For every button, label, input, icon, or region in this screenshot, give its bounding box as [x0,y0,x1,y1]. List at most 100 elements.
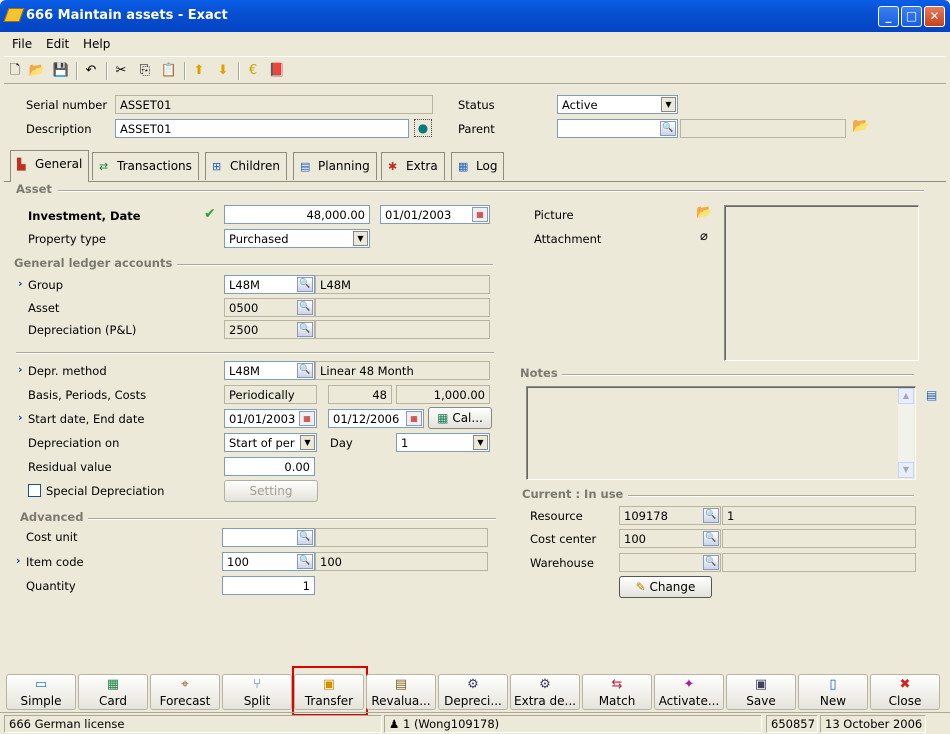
lookup-icon[interactable]: 🔍 [297,300,313,315]
residual-label: Residual value [28,460,112,474]
gl-depreciation-code-field[interactable]: 2500 🔍 [224,320,315,339]
resource-code-field[interactable]: 109178 🔍 [619,506,721,525]
close-window-button[interactable]: ✕ [924,6,945,27]
undo-icon[interactable]: ↶ [82,62,100,80]
euro-icon[interactable]: € [244,62,262,80]
expand-arrow-icon[interactable]: › [18,411,23,424]
notes-icon[interactable]: ▤ [926,388,937,402]
split-button[interactable]: ⑂ Split [222,674,292,710]
lookup-icon[interactable]: 🔍 [660,121,676,136]
end-date-field[interactable]: 01/12/2006 ▦ [328,409,424,428]
paste-icon[interactable]: 📋 [160,62,178,80]
calendar-icon[interactable]: ▦ [472,207,488,222]
depreciation-on-select[interactable]: Start of per ▼ [224,433,317,452]
card-button[interactable]: ▦ Card [78,674,148,710]
menu-edit[interactable]: Edit [46,37,69,51]
save-icon[interactable]: 💾 [52,62,70,80]
lookup-icon[interactable]: 🔍 [297,363,313,378]
lookup-icon[interactable]: 🔍 [297,554,313,569]
property-type-select[interactable]: Purchased ▼ [224,229,370,248]
serial-field[interactable]: ASSET01 [115,95,433,114]
calendar-icon[interactable]: ▦ [299,411,315,426]
chevron-down-icon[interactable]: ▼ [300,435,315,450]
lookup-icon[interactable]: 🔍 [703,531,719,546]
menu-file[interactable]: File [12,37,32,51]
open-folder-icon[interactable]: 📂 [852,118,869,134]
special-depreciation-checkbox[interactable] [28,484,41,497]
tab-general[interactable]: ▙ General [10,150,90,182]
description-field[interactable]: ASSET01 [115,119,409,138]
folder-icon[interactable]: 📂 [696,205,712,220]
investment-date-field[interactable]: 01/01/2003 ▦ [380,205,490,224]
day-select[interactable]: 1 ▼ [396,433,490,452]
investment-amount-field[interactable]: 48,000.00 [224,205,370,224]
menu-help[interactable]: Help [83,37,110,51]
scroll-down-icon[interactable]: ▼ [898,462,914,478]
revaluation-button[interactable]: ▤ Revalua... [366,674,436,710]
globe-icon[interactable]: ● [414,119,432,137]
cost-unit-field[interactable]: 🔍 [222,528,315,547]
tab-extra[interactable]: ✱ Extra [381,152,445,180]
new-button[interactable]: ▯ New [798,674,868,710]
depreciation-button[interactable]: ⚙ Depreci... [438,674,508,710]
resource-description: 1 [722,506,916,525]
residual-field[interactable]: 0.00 [224,457,315,476]
warehouse-description [722,553,916,572]
paperclip-icon[interactable]: ⌀ [700,229,708,244]
calendar-icon[interactable]: ▦ [406,411,422,426]
chevron-down-icon[interactable]: ▼ [353,231,368,246]
lookup-icon[interactable]: 🔍 [297,530,313,545]
extra-depreciation-button[interactable]: ⚙ Extra de... [510,674,580,710]
open-icon[interactable]: 📂 [28,62,46,80]
expand-arrow-icon[interactable]: › [16,554,21,567]
chevron-down-icon[interactable]: ▼ [661,97,676,112]
basis-field[interactable]: Periodically [224,385,317,404]
calculate-button[interactable]: ▦ Cal... [428,407,492,429]
next-icon[interactable]: ⬇ [214,62,232,80]
cost-center-code-field[interactable]: 100 🔍 [619,529,721,548]
group-code-field[interactable]: L48M 🔍 [224,275,315,294]
change-button[interactable]: ✎ Change [619,576,712,598]
periods-field[interactable]: 48 [328,385,392,404]
picture-box[interactable] [724,205,919,361]
notes-scrollbar[interactable]: ▲ ▼ [898,388,914,478]
status-select[interactable]: Active ▼ [557,95,678,114]
cut-icon[interactable]: ✂ [112,62,130,80]
simple-button[interactable]: ▭ Simple [6,674,76,710]
new-icon[interactable]: 🗋 [6,62,24,80]
expand-arrow-icon[interactable]: › [18,363,23,376]
copy-icon[interactable]: ⎘ [136,62,154,80]
book-icon[interactable]: 📕 [268,62,286,80]
lookup-icon[interactable]: 🔍 [297,277,313,292]
close-button[interactable]: ✖ Close [870,674,940,710]
tab-transactions[interactable]: ⇄ Transactions [92,152,199,180]
setting-button[interactable]: Setting [224,480,318,502]
warehouse-code-field[interactable]: 🔍 [619,553,721,572]
previous-icon[interactable]: ⬆ [190,62,208,80]
depr-method-field[interactable]: L48M 🔍 [224,361,315,380]
lookup-icon[interactable]: 🔍 [297,322,313,337]
activate-button[interactable]: ✦ Activate... [654,674,724,710]
minimize-button[interactable]: _ [878,6,899,27]
new-doc-icon: ▯ [829,677,837,692]
gl-asset-code-field[interactable]: 0500 🔍 [224,298,315,317]
tab-planning[interactable]: ▤ Planning [293,152,377,180]
tab-log[interactable]: ▦ Log [451,152,505,180]
scroll-up-icon[interactable]: ▲ [898,388,914,404]
expand-arrow-icon[interactable]: › [18,277,23,290]
chevron-down-icon[interactable]: ▼ [473,435,488,450]
lookup-icon[interactable]: 🔍 [703,508,719,523]
license-status: 666 German license [4,715,382,733]
tab-children[interactable]: ⊞ Children [205,152,287,180]
notes-textarea[interactable]: ▲ ▼ [526,386,916,480]
costs-field[interactable]: 1,000.00 [396,385,490,404]
maximize-button[interactable]: □ [901,6,922,27]
save-button[interactable]: ▣ Save [726,674,796,710]
forecast-button[interactable]: ⌖ Forecast [150,674,220,710]
start-date-field[interactable]: 01/01/2003 ▦ [224,409,317,428]
quantity-field[interactable]: 1 [222,576,315,595]
parent-field[interactable]: 🔍 [557,119,678,138]
match-button[interactable]: ⇆ Match [582,674,652,710]
lookup-icon[interactable]: 🔍 [703,555,719,570]
item-code-field[interactable]: 100 🔍 [222,552,315,571]
